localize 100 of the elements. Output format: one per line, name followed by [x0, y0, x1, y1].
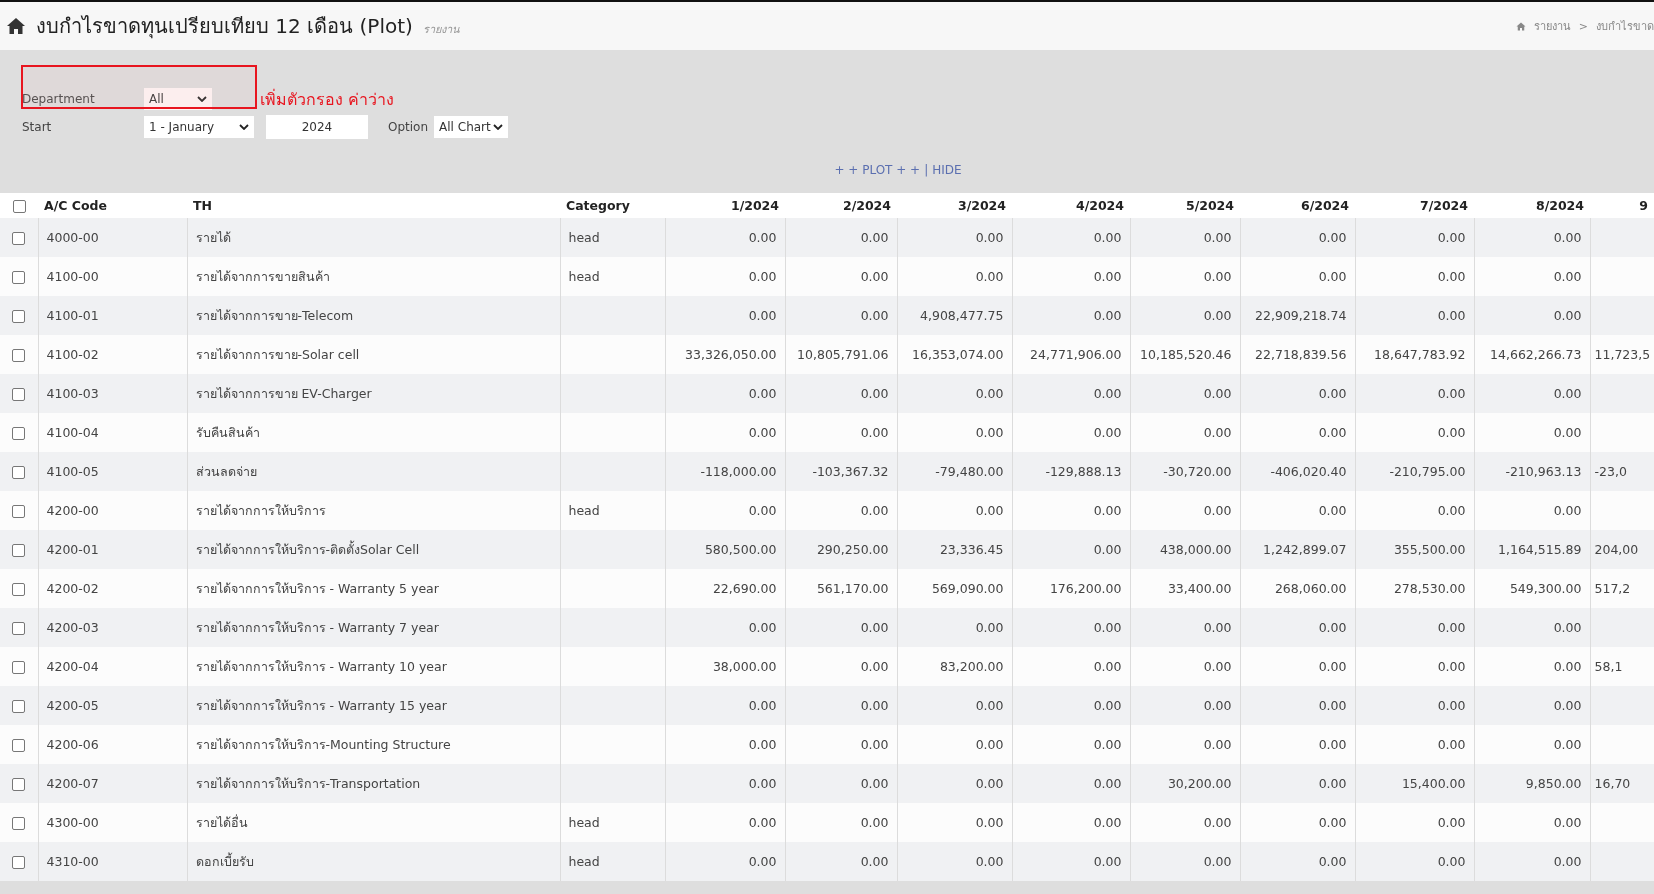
table-cell: รายได้จากการให้บริการ - Warranty 7 year	[195, 619, 439, 635]
checkbox[interactable]	[12, 856, 26, 869]
table-cell: 0.00	[1437, 230, 1466, 245]
table-cell: 0.00	[1553, 698, 1582, 713]
checkbox[interactable]	[12, 310, 26, 323]
checkbox[interactable]	[12, 349, 26, 362]
table-cell: 0.00	[1093, 386, 1122, 401]
checkbox[interactable]	[12, 232, 26, 245]
table-cell: 0.00	[1093, 503, 1122, 518]
table-cell: รายได้	[195, 229, 231, 245]
table-cell: 0.00	[975, 386, 1004, 401]
table-cell: 0.00	[1437, 503, 1466, 518]
table-cell: 0.00	[1437, 815, 1466, 830]
table-cell: 0.00	[1093, 815, 1122, 830]
caret-icon	[493, 124, 504, 130]
checkbox[interactable]	[12, 505, 26, 518]
table-cell: 355,500.00	[1393, 542, 1466, 557]
table-cell: 0.00	[860, 269, 889, 284]
breadcrumb-link[interactable]: รายงาน	[1533, 17, 1571, 35]
table-cell: 0.00	[1318, 425, 1347, 440]
checkbox[interactable]	[12, 817, 26, 830]
table-cell: -210,795.00	[1389, 464, 1466, 479]
checkbox[interactable]	[12, 778, 26, 791]
table-cell: head	[568, 815, 600, 830]
checkbox[interactable]	[12, 200, 26, 213]
table-cell: 0.00	[1437, 308, 1466, 323]
table-cell: 4200-02	[46, 581, 99, 596]
column-header: 8/2024	[1474, 193, 1590, 218]
checkbox[interactable]	[12, 388, 26, 401]
table-cell: 4200-04	[46, 659, 99, 674]
column-header: A/C Code	[38, 193, 187, 218]
table-cell: 4100-02	[46, 347, 99, 362]
page-subtitle: รายงาน	[422, 22, 460, 38]
column-header: 5/2024	[1130, 193, 1240, 218]
table-cell: 0.00	[1093, 620, 1122, 635]
table-cell: 0.00	[1318, 737, 1347, 752]
year-field[interactable]: 2024	[266, 115, 368, 139]
table-cell: 0.00	[1553, 386, 1582, 401]
checkbox[interactable]	[12, 739, 26, 752]
table-cell: 9,850.00	[1525, 776, 1582, 791]
month-select[interactable]: 1 - January	[144, 116, 254, 138]
table-cell: 0.00	[1437, 620, 1466, 635]
table-cell: 0.00	[975, 737, 1004, 752]
table-cell: 0.00	[1093, 737, 1122, 752]
field-label: Department	[22, 92, 96, 106]
table-cell: 0.00	[1203, 425, 1232, 440]
table-cell: 0.00	[975, 230, 1004, 245]
table-cell: 0.00	[748, 698, 777, 713]
plot-link[interactable]: + + PLOT + +	[834, 163, 921, 177]
table-cell: 4200-05	[46, 698, 99, 713]
table-cell: 4200-06	[46, 737, 99, 752]
table-cell: -23,0	[1594, 464, 1627, 479]
table-cell: 0.00	[1203, 698, 1232, 713]
table-cell: 0.00	[975, 815, 1004, 830]
page-title: งบกำไรขาดทุนเปรียบเทียบ 12 เดือน (Plot)	[36, 13, 413, 41]
checkbox[interactable]	[12, 622, 26, 635]
checkbox[interactable]	[12, 544, 26, 557]
table-cell: 0.00	[1437, 386, 1466, 401]
table-cell: 16,353,074.00	[912, 347, 1004, 362]
table-cell: 0.00	[1437, 854, 1466, 869]
home-icon[interactable]	[6, 17, 26, 35]
table-cell: รายได้จากการให้บริการ	[195, 502, 326, 518]
table-cell: รายได้จากการให้บริการ-Transportation	[195, 775, 421, 791]
table-cell: 0.00	[1203, 620, 1232, 635]
column-header: 6/2024	[1240, 193, 1355, 218]
table-cell: 10,185,520.46	[1140, 347, 1232, 362]
table-cell: 0.00	[1093, 230, 1122, 245]
table-cell: 0.00	[748, 503, 777, 518]
table-cell: 278,530.00	[1393, 581, 1466, 596]
table-cell: รายได้จากการขาย-Telecom	[195, 307, 354, 323]
table-cell: 0.00	[1203, 815, 1232, 830]
table-cell: 0.00	[975, 698, 1004, 713]
checkbox[interactable]	[12, 661, 26, 674]
table-cell: 0.00	[1318, 698, 1347, 713]
checkbox[interactable]	[12, 583, 26, 596]
option-select[interactable]: All Chart	[434, 116, 509, 138]
checkbox[interactable]	[12, 271, 26, 284]
department-select[interactable]: All	[144, 88, 212, 110]
table-cell: รายได้อื่น	[195, 814, 248, 830]
table-cell: รายได้จากการให้บริการ - Warranty 15 year	[195, 697, 447, 713]
table-cell: 4300-00	[46, 815, 99, 830]
caret-icon	[239, 124, 249, 130]
table-cell: 0.00	[1318, 503, 1347, 518]
table-cell: 0.00	[1553, 854, 1582, 869]
breadcrumb-link[interactable]: งบกำไรขาด	[1596, 17, 1654, 35]
table-cell: 0.00	[1203, 386, 1232, 401]
hide-link[interactable]: HIDE	[932, 163, 962, 177]
table-cell: -210,963.13	[1505, 464, 1582, 479]
table-cell: 0.00	[1093, 698, 1122, 713]
checkbox[interactable]	[12, 427, 26, 440]
table-cell: 0.00	[860, 503, 889, 518]
link-separator: |	[924, 163, 929, 177]
checkbox[interactable]	[12, 466, 26, 479]
table-cell: -30,720.00	[1163, 464, 1232, 479]
table-cell: 0.00	[1318, 815, 1347, 830]
table-cell: รายได้จากการให้บริการ - Warranty 5 year	[195, 580, 439, 596]
table-cell: 33,400.00	[1167, 581, 1232, 596]
table-cell: 0.00	[748, 308, 777, 323]
checkbox[interactable]	[12, 700, 26, 713]
table-cell: 0.00	[1437, 737, 1466, 752]
